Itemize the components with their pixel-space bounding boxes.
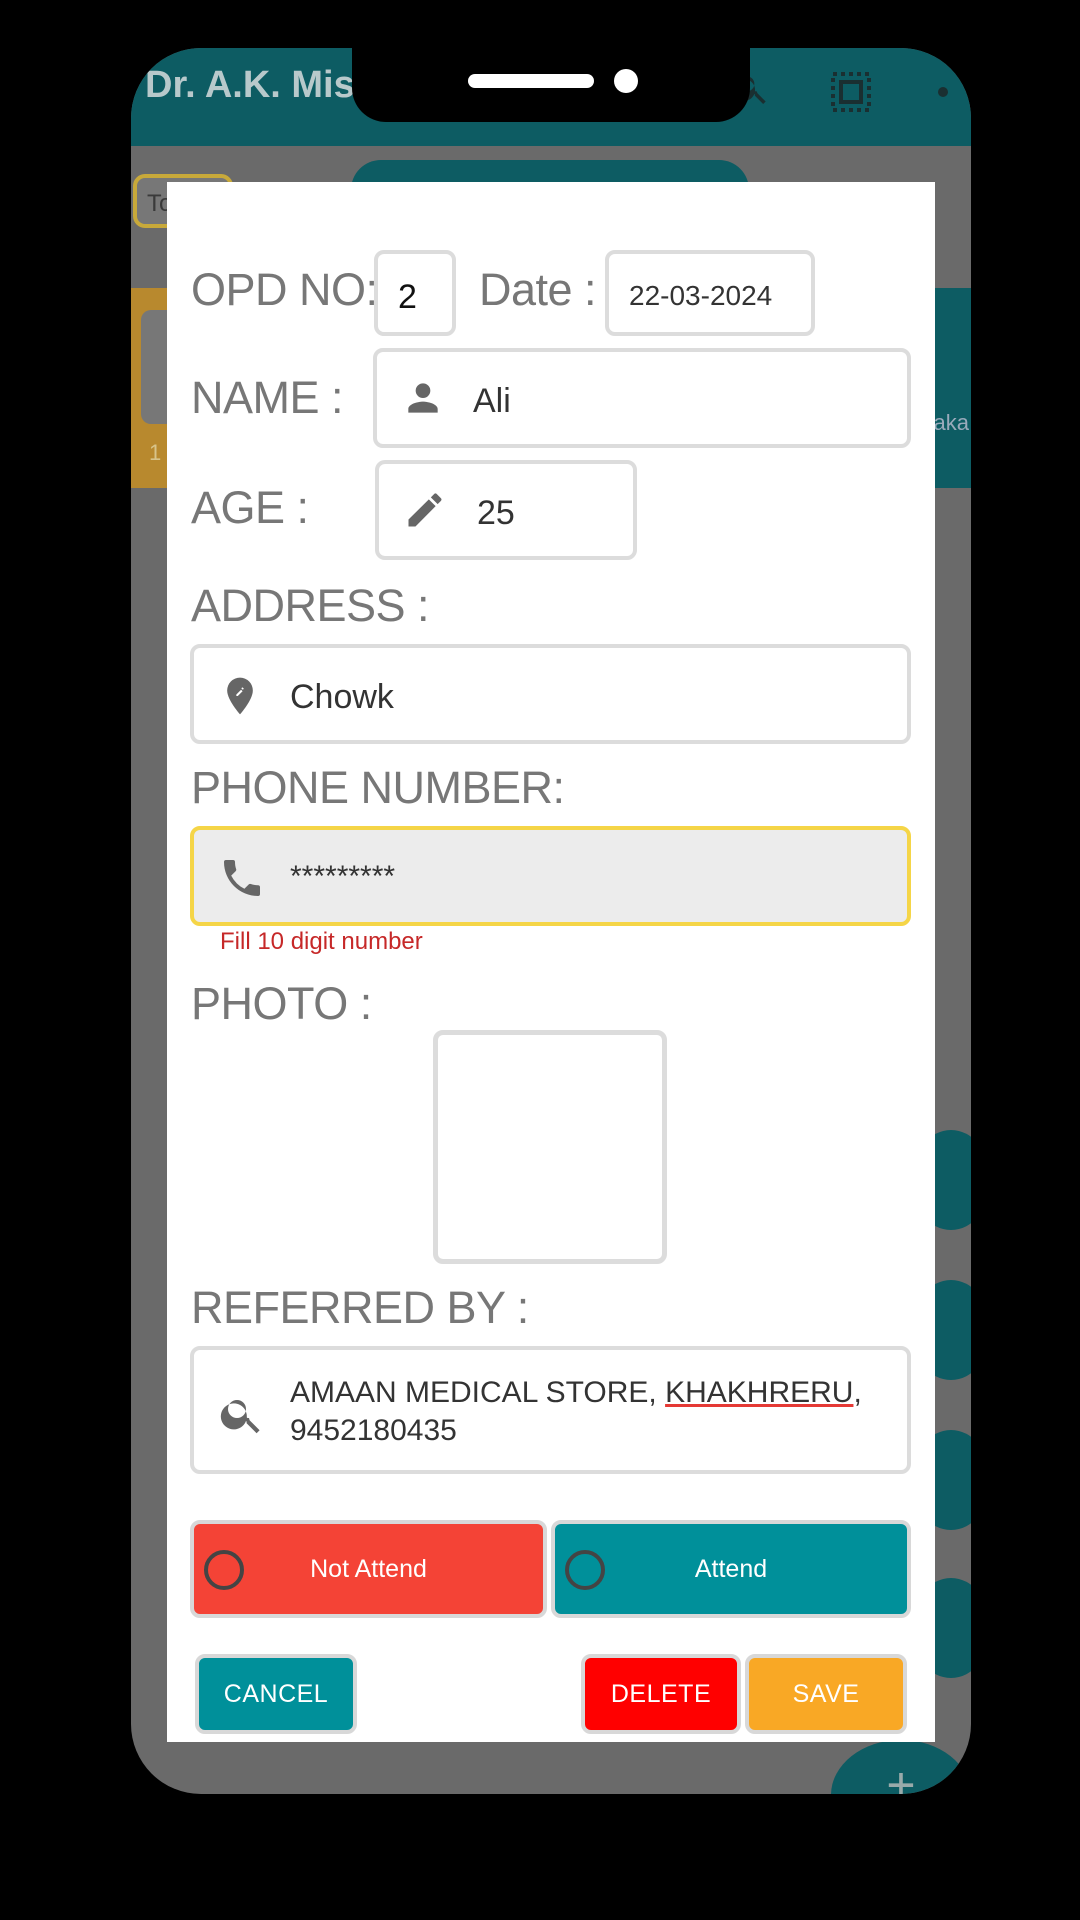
search-icon — [218, 1390, 266, 1443]
name-field[interactable]: Ali — [373, 348, 911, 448]
referred-by-field[interactable]: AMAAN MEDICAL STORE, KHAKHRERU, 945218043… — [190, 1346, 911, 1474]
photo-box[interactable] — [433, 1030, 667, 1264]
photo-label: PHOTO : — [191, 978, 372, 1029]
opd-number-value: 2 — [398, 278, 417, 316]
phone-label: PHONE NUMBER: — [191, 762, 565, 813]
name-value: Ali — [473, 382, 511, 420]
not-attend-label: Not Attend — [310, 1554, 427, 1583]
attend-radio[interactable] — [565, 1550, 605, 1590]
app-title: Dr. A.K. Mish — [145, 64, 378, 106]
referred-label: REFERRED BY : — [191, 1282, 529, 1333]
opd-label: OPD NO: — [191, 264, 378, 315]
name-label: NAME : — [191, 372, 344, 423]
camera — [614, 69, 638, 93]
age-field[interactable]: 25 — [375, 460, 637, 560]
date-label: Date : — [479, 264, 597, 315]
speaker — [468, 74, 594, 88]
referred-phone: 9452180435 — [290, 1414, 457, 1447]
save-button[interactable]: SAVE — [745, 1654, 907, 1734]
opd-dialog: OPD NO: 2 Date : 22-03-2024 NAME : Ali A… — [167, 182, 935, 1742]
pencil-icon — [403, 488, 447, 537]
scan-icon[interactable] — [827, 68, 875, 121]
phone-value: ********* — [290, 860, 396, 893]
background-card-text: aka — [933, 410, 969, 435]
not-attend-radio[interactable] — [204, 1550, 244, 1590]
not-attend-button[interactable]: Not Attend — [190, 1520, 547, 1618]
phone-field[interactable]: ********* — [190, 826, 911, 926]
referred-by-value: AMAAN MEDICAL STORE, KHAKHRERU, 945218043… — [290, 1374, 862, 1450]
background-card-number: 1 — [149, 440, 162, 465]
delete-button[interactable]: DELETE — [581, 1654, 741, 1734]
address-label: ADDRESS : — [191, 580, 430, 631]
date-field[interactable]: 22-03-2024 — [605, 250, 815, 336]
age-value: 25 — [477, 494, 515, 532]
add-fab[interactable]: + — [831, 1740, 971, 1794]
location-pin-icon — [218, 672, 262, 725]
referred-place: KHAKHRERU — [665, 1376, 854, 1409]
phone-icon — [218, 854, 266, 907]
person-icon — [401, 376, 445, 425]
date-value: 22-03-2024 — [629, 280, 773, 311]
phone-error: Fill 10 digit number — [220, 928, 423, 955]
opd-number-field[interactable]: 2 — [374, 250, 456, 336]
phone-notch — [352, 48, 750, 122]
age-label: AGE : — [191, 482, 309, 533]
background-card-right — [931, 288, 971, 488]
attend-label: Attend — [694, 1554, 768, 1583]
referred-name: AMAAN MEDICAL STORE, — [290, 1376, 666, 1409]
address-field[interactable]: Chowk — [190, 644, 911, 744]
referred-comma: , — [853, 1376, 862, 1409]
attend-button[interactable]: Attend — [551, 1520, 911, 1618]
more-icon[interactable] — [937, 86, 949, 131]
address-value: Chowk — [290, 678, 394, 716]
cancel-button[interactable]: CANCEL — [195, 1654, 357, 1734]
